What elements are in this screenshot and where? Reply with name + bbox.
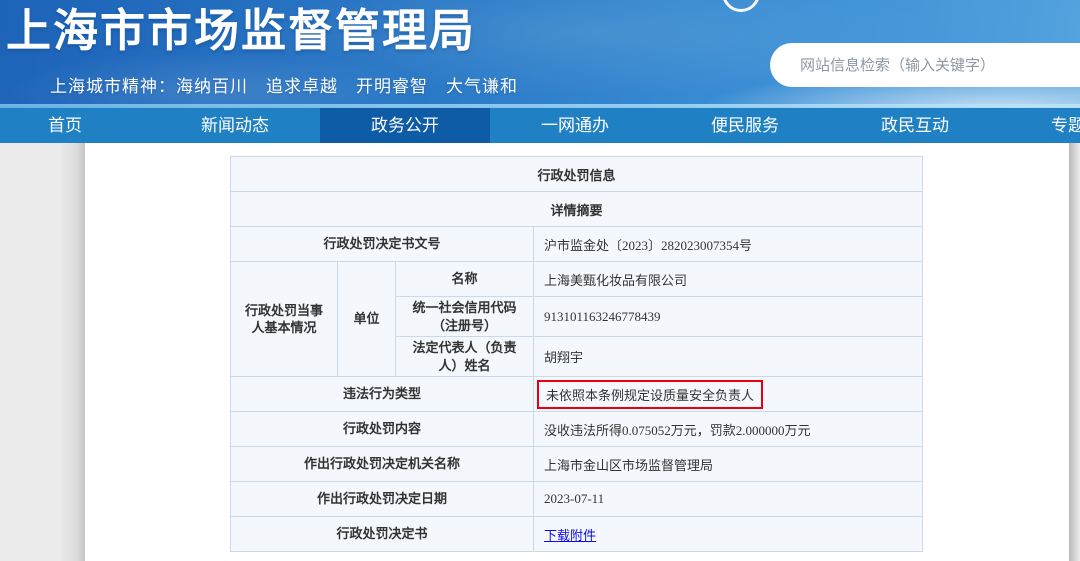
page: 上海市市场监督管理局 上海城市精神：海纳百川 追求卓越 开明睿智 大气谦和 首页…	[0, 0, 1080, 561]
table-row: 详情摘要	[231, 192, 923, 227]
city-spirit-slogan: 上海城市精神：海纳百川 追求卓越 开明睿智 大气谦和	[50, 72, 518, 97]
legal-rep-label: 法定代表人（负责人）姓名	[396, 337, 534, 377]
legal-rep-value: 胡翔宇	[534, 337, 923, 377]
nav-item-home[interactable]: 首页	[0, 108, 150, 143]
table-row: 作出行政处罚决定机关名称 上海市金山区市场监督管理局	[231, 447, 923, 482]
site-search-input[interactable]	[770, 43, 1080, 87]
left-gutter	[0, 143, 85, 561]
main-nav: 首页 新闻动态 政务公开 一网通办 便民服务 政民互动 专题专栏	[0, 108, 1080, 143]
nav-item-public-services[interactable]: 便民服务	[660, 108, 830, 143]
download-attachment-link[interactable]: 下载附件	[544, 528, 596, 543]
penalty-content-value: 没收违法所得0.075052万元，罚款2.000000万元	[534, 412, 923, 447]
nav-item-special-topics[interactable]: 专题专栏	[1000, 108, 1080, 143]
violation-type-highlight: 未依照本条例规定设质量安全负责人	[537, 380, 763, 409]
party-name-label: 名称	[396, 262, 534, 297]
doc-number-label: 行政处罚决定书文号	[231, 227, 534, 262]
party-name-value: 上海美甄化妆品有限公司	[534, 262, 923, 297]
site-header: 上海市市场监督管理局 上海城市精神：海纳百川 追求卓越 开明睿智 大气谦和	[0, 0, 1080, 108]
decision-date-value: 2023-07-11	[534, 482, 923, 517]
credit-code-label: 统一社会信用代码（注册号）	[396, 297, 534, 337]
authority-label: 作出行政处罚决定机关名称	[231, 447, 534, 482]
nav-item-public-interaction[interactable]: 政民互动	[830, 108, 1000, 143]
violation-type-cell: 未依照本条例规定设质量安全负责人	[534, 377, 923, 412]
credit-code-value: 913101163246778439	[534, 297, 923, 337]
decorative-ring-icon	[722, 0, 760, 12]
party-basic-info-label: 行政处罚当事人基本情况	[231, 262, 338, 377]
site-title: 上海市市场监督管理局	[6, 0, 476, 62]
table-row: 行政处罚内容 没收违法所得0.075052万元，罚款2.000000万元	[231, 412, 923, 447]
decision-date-label: 作出行政处罚决定日期	[231, 482, 534, 517]
violation-type-label: 违法行为类型	[231, 377, 534, 412]
nav-item-news[interactable]: 新闻动态	[150, 108, 320, 143]
table-row: 违法行为类型 未依照本条例规定设质量安全负责人	[231, 377, 923, 412]
table-row: 行政处罚决定书 下载附件	[231, 517, 923, 552]
table-row: 行政处罚当事人基本情况 单位 名称 上海美甄化妆品有限公司	[231, 262, 923, 297]
nav-item-one-stop-services[interactable]: 一网通办	[490, 108, 660, 143]
detail-summary-title: 详情摘要	[231, 192, 923, 227]
penalty-content-label: 行政处罚内容	[231, 412, 534, 447]
decision-doc-cell: 下载附件	[534, 517, 923, 552]
penalty-info-table: 行政处罚信息 详情摘要 行政处罚决定书文号 沪市监金处〔2023〕2820230…	[230, 156, 923, 552]
authority-value: 上海市金山区市场监督管理局	[534, 447, 923, 482]
decision-doc-label: 行政处罚决定书	[231, 517, 534, 552]
penalty-info-title: 行政处罚信息	[231, 157, 923, 192]
party-type-label: 单位	[338, 262, 396, 377]
table-row: 作出行政处罚决定日期 2023-07-11	[231, 482, 923, 517]
doc-number-value: 沪市监金处〔2023〕282023007354号	[534, 227, 923, 262]
nav-item-gov-affairs[interactable]: 政务公开	[320, 108, 490, 143]
right-edge-strip	[1069, 143, 1080, 561]
table-row: 行政处罚决定书文号 沪市监金处〔2023〕282023007354号	[231, 227, 923, 262]
table-row: 行政处罚信息	[231, 157, 923, 192]
